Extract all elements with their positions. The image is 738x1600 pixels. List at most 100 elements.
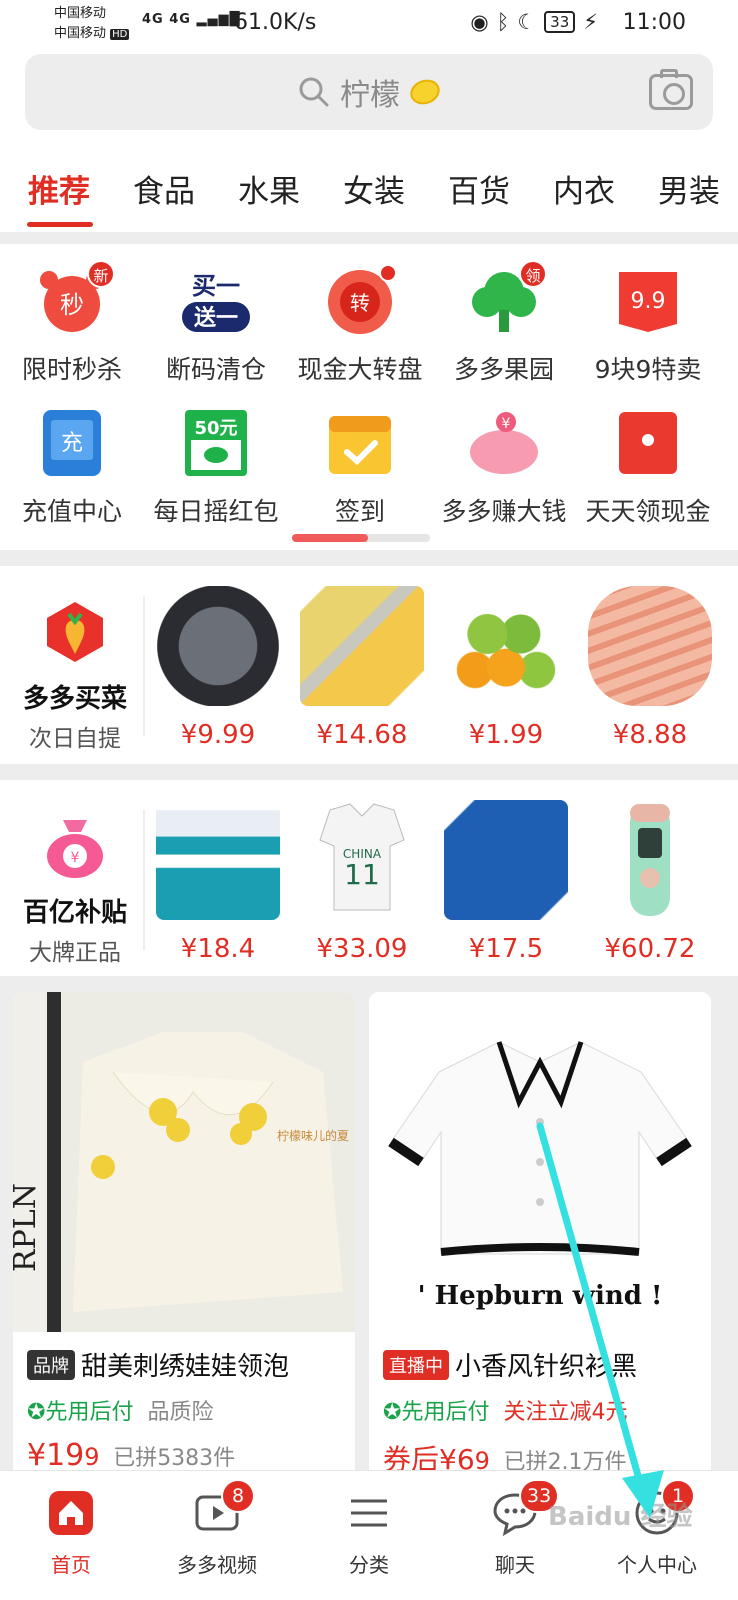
svg-text:50元: 50元	[194, 418, 237, 439]
nav-home[interactable]: 首页	[16, 1489, 126, 1578]
buy-one-get-one-icon: 买一 送一	[181, 266, 251, 336]
home-icon	[47, 1489, 95, 1537]
search-bar[interactable]: 柠檬	[25, 54, 713, 130]
battery-icon: 33	[544, 11, 576, 33]
quick-recharge[interactable]: 充 充值中心	[0, 408, 144, 528]
alarm-clock-icon: 秒 新	[37, 260, 115, 336]
quick-flash-sale[interactable]: 秒 新 限时秒杀	[0, 260, 144, 386]
svg-text:RPLN: RPLN	[13, 1183, 43, 1272]
device-image	[588, 800, 712, 920]
camera-icon[interactable]	[649, 69, 693, 110]
quick-cash[interactable]: 天天领现金	[576, 408, 720, 528]
tab-general[interactable]: 百货	[448, 166, 510, 211]
new-badge: 新	[87, 260, 115, 288]
shelf-subtitle: 大牌正品	[29, 940, 121, 966]
quick-wheel[interactable]: 转 现金大转盘	[288, 264, 432, 386]
money-bag-icon: ¥	[47, 820, 103, 878]
product-price: ¥8.88	[612, 720, 688, 750]
product-crab[interactable]: ¥9.99	[152, 586, 284, 750]
insurance-label: 品质险	[147, 1400, 214, 1425]
tab-women[interactable]: 女装	[343, 166, 405, 211]
quick-label: 多多赚大钱	[441, 497, 567, 526]
quick-red-packet[interactable]: 50元 每日摇红包	[144, 408, 288, 528]
svg-text:柠檬味儿的夏: 柠檬味儿的夏	[277, 1128, 349, 1143]
subsidy-header[interactable]: ¥ 百亿补贴 大牌正品	[10, 810, 140, 967]
card-meta: ✪先用后付 品质险	[27, 1394, 213, 1426]
sold-count: 已拼5383件	[113, 1446, 236, 1471]
carrier-2: 中国移动	[54, 26, 107, 41]
hd-badge: HD	[110, 29, 130, 40]
quick-checkin[interactable]: 签到	[288, 408, 432, 528]
product-device[interactable]: ¥60.72	[584, 800, 716, 964]
grocery-shelf[interactable]: 多多买菜 次日自提 ¥9.99 ¥14.68 ¥1.99 ¥8.88	[0, 566, 738, 764]
shelf-title: 百亿补贴	[22, 898, 127, 928]
status-icons: ◉ ᛒ ☾ 33 ⚡	[470, 10, 598, 34]
claim-badge: 领	[519, 260, 547, 288]
quick-label: 充值中心	[21, 497, 122, 526]
product-milk-box[interactable]: ¥17.5	[440, 800, 572, 964]
quick-orchard[interactable]: 领 多多果园	[432, 260, 576, 386]
card-price: ¥19	[27, 1438, 85, 1473]
tab-underwear[interactable]: 内衣	[553, 166, 615, 211]
svg-text:充: 充	[61, 431, 83, 456]
svg-text:买一: 买一	[192, 272, 240, 300]
brand-tag: 品牌	[27, 1349, 75, 1380]
svg-text:送一: 送一	[194, 305, 238, 331]
charging-icon: ⚡	[583, 10, 598, 34]
crab-image	[156, 586, 280, 706]
card-title-text: 甜美刺绣娃娃领泡	[81, 1352, 290, 1382]
product-price: ¥14.68	[316, 720, 408, 750]
orange-image	[444, 586, 568, 706]
product-jersey[interactable]: CHINA 11 ¥33.09	[296, 800, 428, 964]
product-detergent[interactable]: ¥18.4	[152, 800, 284, 964]
piggy-bank-icon: ¥	[469, 408, 539, 478]
tab-indicator	[27, 222, 93, 227]
video-icon: 8	[193, 1479, 255, 1537]
product-durian[interactable]: ¥14.68	[296, 586, 428, 750]
red-packet-icon: 50元	[181, 408, 251, 478]
chat-icon: 33	[491, 1479, 560, 1537]
tab-food[interactable]: 食品	[133, 166, 195, 211]
product-price: ¥60.72	[604, 934, 696, 964]
search-input[interactable]: 柠檬	[340, 70, 400, 114]
feed-card[interactable]: ' Hepburn wind ! 直播中 小香风针织衫黑 ✪先用后付 关注立减4…	[369, 992, 711, 1482]
svg-text:¥: ¥	[71, 850, 80, 866]
shelf-title: 多多买菜	[22, 684, 127, 714]
moon-icon: ☾	[517, 10, 537, 34]
tab-fruit[interactable]: 水果	[238, 166, 300, 211]
grocery-header[interactable]: 多多买菜 次日自提	[10, 596, 140, 753]
tab-men[interactable]: 男装	[658, 166, 720, 211]
quick-clearance[interactable]: 买一 送一 断码清仓	[144, 266, 288, 386]
feed-card[interactable]: RPLN 柠檬味儿的夏 品牌 甜美刺绣娃娃领泡 ✪先用后付 品质险 ¥199 已…	[13, 992, 355, 1482]
nav-label: 聊天	[495, 1553, 535, 1577]
quick-label: 多多果园	[453, 355, 554, 384]
subsidy-shelf[interactable]: ¥ 百亿补贴 大牌正品 ¥18.4 CHINA 11 ¥33.09 ¥17.5 ¥…	[0, 780, 738, 976]
nav-label: 个人中心	[617, 1553, 697, 1577]
signal-icon: 4G 4G ▂▄▆█	[142, 12, 241, 27]
svg-text:11: 11	[344, 858, 380, 891]
quick-label: 签到	[334, 497, 385, 526]
tab-recommend[interactable]: 推荐	[28, 166, 90, 211]
quick-earn[interactable]: ¥ 多多赚大钱	[432, 408, 576, 528]
nav-video[interactable]: 8 多多视频	[162, 1479, 272, 1578]
list-icon	[345, 1489, 393, 1537]
product-price: ¥9.99	[180, 720, 256, 750]
baidu-watermark: Baidu 经验	[548, 1502, 693, 1532]
clock: 11:00	[622, 10, 686, 35]
quick-scroll-indicator	[292, 534, 430, 542]
svg-text:转: 转	[350, 291, 370, 315]
quick-label: 断码清仓	[165, 355, 266, 384]
follow-discount-label: 关注立减4元	[503, 1400, 628, 1425]
price-tag-icon: 9.9	[613, 266, 683, 336]
divider	[143, 810, 145, 950]
wheel-icon: 转	[325, 264, 397, 336]
quick-9-9[interactable]: 9.9 9块9特卖	[576, 266, 720, 386]
product-shrimp[interactable]: ¥8.88	[584, 586, 716, 750]
product-price: ¥33.09	[316, 934, 408, 964]
product-orange[interactable]: ¥1.99	[440, 586, 572, 750]
status-bar: 中国移动 中国移动 HD 4G 4G ▂▄▆█ 61.0K/s ◉ ᛒ ☾ 33…	[0, 0, 738, 50]
nav-category[interactable]: 分类	[314, 1489, 424, 1578]
nav-label: 多多视频	[177, 1553, 257, 1577]
search-icon	[299, 77, 329, 107]
svg-text:9.9: 9.9	[631, 289, 666, 314]
